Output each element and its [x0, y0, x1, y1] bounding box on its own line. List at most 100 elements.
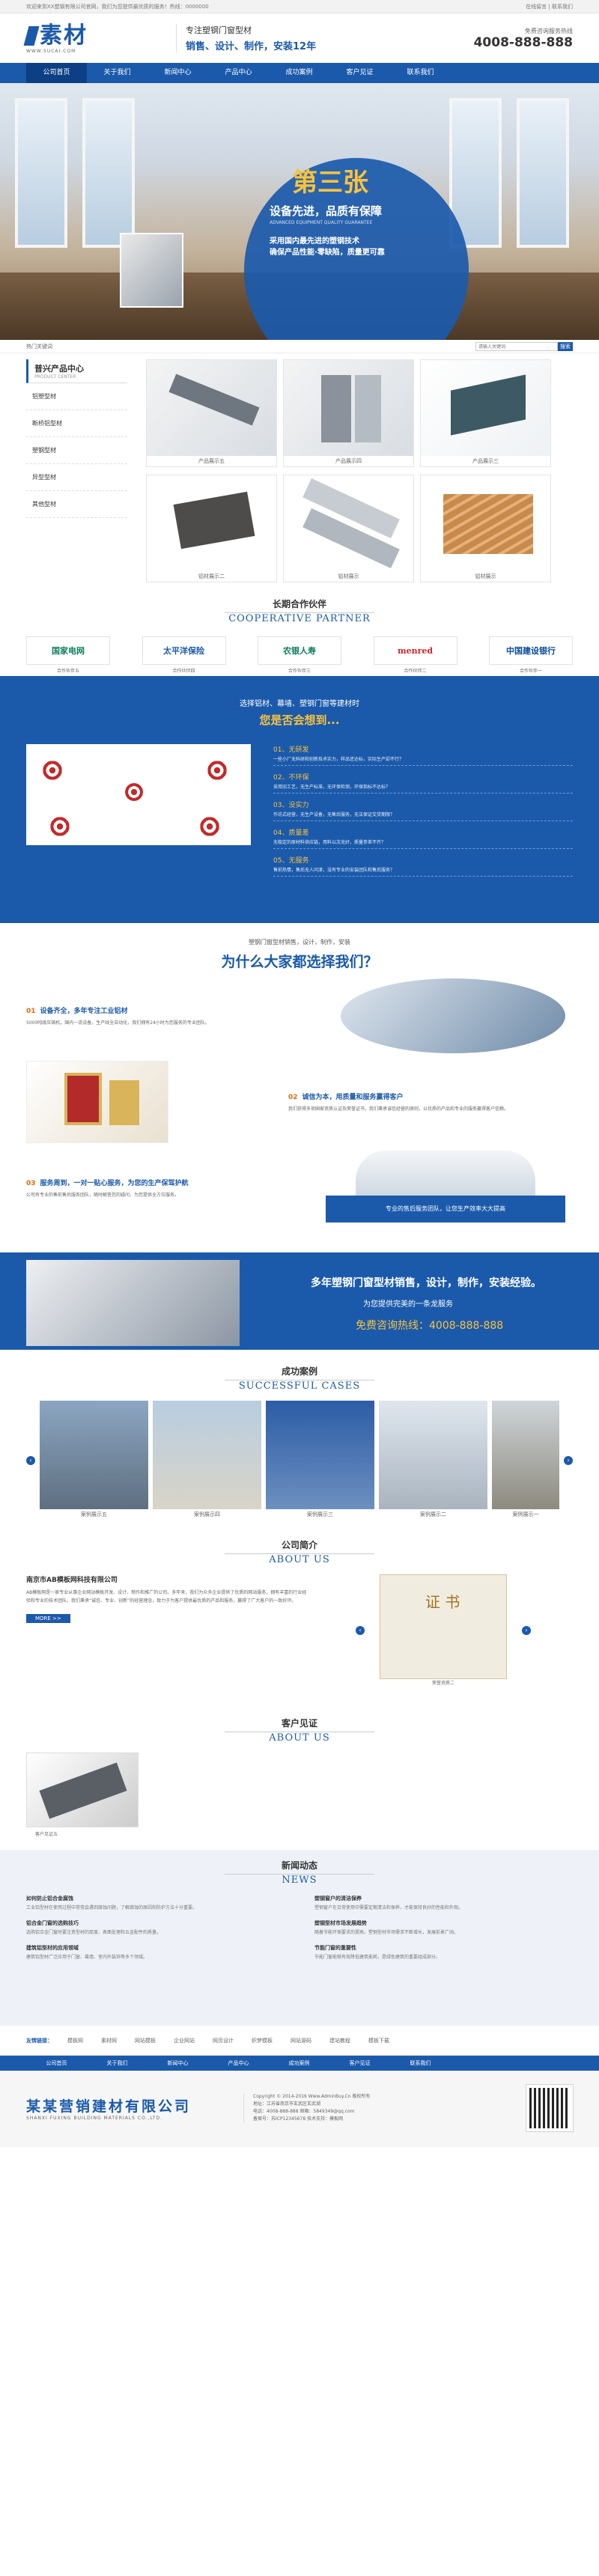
category-item[interactable]: 铝塑型材	[26, 383, 127, 410]
why-section: 塑钢门窗型材销售，设计，制作，安装 为什么大家都选择我们？ 01 设备齐全，多年专…	[0, 923, 599, 1252]
banner-badge: 第三张	[292, 168, 368, 198]
coop-item-desc: 一些小厂无科研和创新技术实力，样品还达标，实际生产却不行？	[273, 757, 404, 762]
product-card[interactable]: 产品展示三	[420, 359, 551, 467]
category-item[interactable]: 断桥铝型材	[26, 410, 127, 437]
footer-nav-products[interactable]: 产品中心	[208, 2056, 269, 2071]
banner-text: 设备先进，品质有保障 ADVANCED EQUIPMENT QUALITY GU…	[270, 203, 385, 257]
case-caption: 案例展示二	[420, 1511, 446, 1517]
why-title: 为什么大家都选择我们？	[221, 954, 378, 970]
coop-header: 选择铝材、幕墙、塑钢门窗等建材时 您是否会想到...	[26, 697, 573, 728]
product-card[interactable]: 铝材展示二	[146, 475, 277, 582]
product-sidebar: 普兴产品中心 PRODUCT CENTER 铝塑型材 断桥铝型材 塑钢型材 异型…	[26, 359, 127, 582]
category-item[interactable]: 异型型材	[26, 464, 127, 491]
nav-home[interactable]: 公司首页	[26, 63, 87, 83]
nav-cases[interactable]: 成功案例	[269, 63, 329, 83]
search-button[interactable]: 搜索	[558, 342, 573, 351]
footer-nav-contact[interactable]: 联系我们	[390, 2056, 451, 2071]
case-card[interactable]: 案例展示三	[266, 1401, 374, 1520]
product-image	[284, 475, 413, 571]
footer-nav-home[interactable]: 公司首页	[26, 2056, 87, 2071]
partner-item[interactable]: 中国建设银行 合作伙伴一	[489, 636, 573, 674]
nav-contact[interactable]: 联系我们	[390, 63, 451, 83]
header: 素材 WWW.SUCAI.COM 专注塑钢门窗型材 销售、设计、制作，安装12年…	[0, 13, 599, 63]
company-desc: AB模板网是一家专业从事企业网站模板开发、设计、制作和推广的公司。多年来，我们为…	[26, 1590, 307, 1604]
footer-logo: 某某营销建材有限公司 SHANXI FUXING BUILDING MATERI…	[26, 2095, 191, 2121]
footer-nav-about[interactable]: 关于我们	[87, 2056, 148, 2071]
product-caption: 铝材展示	[338, 573, 359, 579]
coop-item: 02、不环保 采用旧工艺，无生产标准，无环保检测，环保指标不达标？	[273, 772, 573, 794]
friend-link[interactable]: 网站模板	[135, 2037, 156, 2044]
product-card[interactable]: 产品展示四	[283, 359, 414, 467]
friend-link[interactable]: 网站源码	[291, 2037, 311, 2044]
partner-item[interactable]: menred 合作伙伴二	[373, 636, 457, 674]
product-grid: 产品展示五 产品展示四 产品展示三 铝材展示二 铝材展示 铝材展示	[146, 359, 551, 582]
company-name: 南京市AB模板网科技有限公司	[26, 1577, 118, 1584]
why-num: 01	[26, 1007, 36, 1015]
case-image	[379, 1401, 487, 1509]
qr-code-icon	[526, 2084, 574, 2132]
friend-link[interactable]: 模板下载	[368, 2037, 389, 2044]
friend-link[interactable]: 网页设计	[213, 2037, 234, 2044]
top-bar: 欢迎来到XX塑钢有限公司官网，我们为您提供最优质的服务！热线：0000000 在…	[0, 0, 599, 13]
more-button[interactable]: MORE >>	[26, 1614, 70, 1623]
news-item[interactable]: 铝合金门窗的选购技巧 选购铝合金门窗时要注意型材的厚度、表面处理和五金配件的质量。	[26, 1919, 285, 1937]
news-item[interactable]: 建筑铝型材的应用领域 建筑铝型材广泛应用于门窗、幕墙、室内外装饰等多个领域。	[26, 1944, 285, 1961]
friend-link[interactable]: 企业网站	[174, 2037, 195, 2044]
friend-link[interactable]: 建站教程	[329, 2037, 350, 2044]
prev-arrow-icon[interactable]: ‹	[356, 1625, 365, 1635]
news-item[interactable]: 如何防止铝合金腐蚀 工业铝型材在使用过程中常常会遇到腐蚀问题，了解腐蚀的原因和防护…	[26, 1895, 285, 1912]
next-arrow-icon[interactable]: ›	[522, 1625, 531, 1635]
nav-reviews[interactable]: 客户见证	[329, 63, 390, 83]
review-card[interactable]: 客户见证五	[26, 1753, 139, 1837]
case-card[interactable]: 案例展示二	[379, 1401, 487, 1520]
friend-link[interactable]: 素材网	[101, 2037, 117, 2044]
partner-item[interactable]: 农银人寿 合作伙伴三	[258, 636, 341, 674]
case-card[interactable]: 案例展示一	[492, 1401, 559, 1520]
nav-products[interactable]: 产品中心	[208, 63, 269, 83]
partner-logo: menred	[373, 636, 457, 665]
next-arrow-icon[interactable]: ›	[564, 1455, 573, 1465]
sidebar-header: 普兴产品中心 PRODUCT CENTER	[26, 359, 127, 383]
product-card[interactable]: 产品展示五	[146, 359, 277, 467]
nav-about[interactable]: 关于我们	[87, 63, 148, 83]
product-card[interactable]: 铝材展示	[283, 475, 414, 582]
case-card[interactable]: 案例展示五	[40, 1401, 148, 1520]
nav-news[interactable]: 新闻中心	[148, 63, 208, 83]
coop-item-desc: 无稳定的原材料供应链，用料以次充好，质量参差不齐？	[273, 840, 386, 845]
case-caption: 案例展示三	[307, 1511, 333, 1517]
footer-nav-news[interactable]: 新闻中心	[148, 2056, 208, 2071]
news-item[interactable]: 塑钢窗户的清洁保养 塑钢窗户在日常使用中需要定期清洁和保养，才能保持良好的性能和外…	[314, 1895, 573, 1912]
about-text: 南京市AB模板网科技有限公司 AB模板网是一家专业从事企业网站模板开发、设计、制…	[26, 1574, 311, 1686]
case-card[interactable]: 案例展示四	[153, 1401, 261, 1520]
news-desc: 节能门窗能够有效降低建筑能耗，是绿色建筑的重要组成部分。	[314, 1955, 441, 1960]
news-item[interactable]: 塑钢型材市场发展趋势 随着节能环保要求的提高，塑钢型材市场需求不断增长，发展前景广…	[314, 1919, 573, 1937]
product-image	[421, 475, 550, 571]
prev-arrow-icon[interactable]: ‹	[26, 1455, 35, 1465]
why-item-title: 服务周到，一对一贴心服务，为您的生产保驾护航	[40, 1179, 189, 1187]
case-image	[266, 1401, 374, 1509]
friend-link[interactable]: 模板网	[67, 2037, 83, 2044]
friend-link[interactable]: 织梦模板	[252, 2037, 273, 2044]
logo-text: 素材	[40, 22, 88, 49]
certificate-image	[26, 1061, 168, 1143]
promo-hotline[interactable]: 免费咨询热线：4008-888-888	[356, 1318, 541, 1333]
coop-list: 01、无研发一些小厂无科研和创新技术实力，样品还达标，实际生产却不行？ 02、不…	[273, 744, 573, 883]
hotline-label: 免费咨询服务热线	[525, 27, 573, 34]
top-links[interactable]: 在线留言 | 联系我们	[526, 0, 573, 13]
news-desc: 建筑铝型材广泛应用于门窗、幕墙、室内外装饰等多个领域。	[26, 1955, 148, 1960]
partner-item[interactable]: 国家电网 合作伙伴五	[26, 636, 110, 674]
hero-banner[interactable]: 第三张 设备先进，品质有保障 ADVANCED EQUIPMENT QUALIT…	[0, 83, 599, 340]
search-input[interactable]	[475, 342, 558, 351]
news-section: 新闻动态 NEWS 如何防止铝合金腐蚀 工业铝型材在使用过程中常常会遇到腐蚀问题，…	[0, 1850, 599, 2026]
news-list: 如何防止铝合金腐蚀 工业铝型材在使用过程中常常会遇到腐蚀问题，了解腐蚀的原因和防护…	[26, 1895, 573, 1969]
category-item[interactable]: 塑钢型材	[26, 437, 127, 464]
footer-nav-reviews[interactable]: 客户见证	[329, 2056, 390, 2071]
coop-question: 您是否会想到...	[259, 713, 340, 727]
coop-item-title: 01、无研发	[273, 746, 309, 754]
news-item[interactable]: 节能门窗的重要性 节能门窗能够有效降低建筑能耗，是绿色建筑的重要组成部分。	[314, 1944, 573, 1961]
category-item[interactable]: 其他型材	[26, 491, 127, 518]
footer-nav-cases[interactable]: 成功案例	[269, 2056, 329, 2071]
partner-item[interactable]: 太平洋保险 合作伙伴四	[142, 636, 226, 674]
logo[interactable]: 素材 WWW.SUCAI.COM	[23, 19, 109, 58]
product-card[interactable]: 铝材展示	[420, 475, 551, 582]
